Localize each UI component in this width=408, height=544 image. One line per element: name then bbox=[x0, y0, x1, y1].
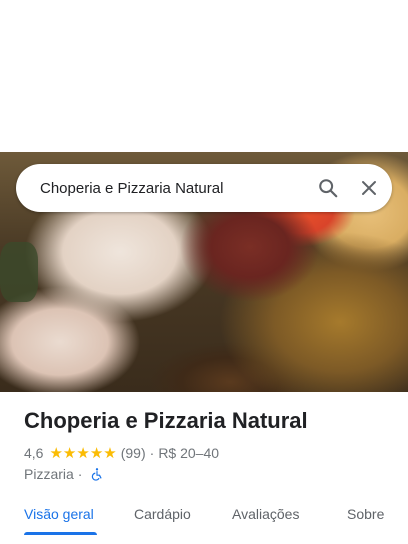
clear-button[interactable] bbox=[345, 164, 393, 212]
place-title: Choperia e Pizzaria Natural bbox=[24, 408, 308, 433]
tab-overview[interactable]: Visão geral bbox=[24, 506, 94, 522]
separator: · bbox=[149, 445, 155, 461]
place-tabs: Visão geral Cardápio Avaliações Sobre bbox=[0, 500, 408, 544]
active-tab-indicator bbox=[24, 532, 97, 535]
close-icon bbox=[362, 181, 376, 195]
tab-reviews[interactable]: Avaliações bbox=[232, 506, 299, 522]
price-range: R$ 20–40 bbox=[158, 445, 220, 461]
separator: · bbox=[77, 466, 83, 482]
search-input[interactable]: Choperia e Pizzaria Natural bbox=[40, 180, 223, 197]
place-category[interactable]: Pizzaria bbox=[24, 466, 74, 482]
rating-value: 4,6 bbox=[24, 445, 44, 461]
star-rating: ★ ★ ★ ★ ★ bbox=[49, 446, 116, 461]
photo-garnish bbox=[0, 242, 38, 302]
category-row: Pizzaria · bbox=[24, 465, 104, 483]
tab-menu[interactable]: Cardápio bbox=[134, 506, 191, 522]
search-bar[interactable]: Choperia e Pizzaria Natural bbox=[16, 164, 392, 212]
star-icon: ★ bbox=[76, 444, 90, 462]
star-icon: ★ bbox=[49, 444, 63, 462]
search-icon bbox=[319, 179, 338, 198]
star-icon: ★ bbox=[62, 444, 77, 462]
wheelchair-icon bbox=[90, 467, 104, 481]
review-count[interactable]: (99) bbox=[121, 445, 146, 461]
star-half-icon: ★ bbox=[103, 444, 117, 462]
tab-about[interactable]: Sobre bbox=[347, 506, 384, 522]
star-icon: ★ bbox=[89, 444, 104, 462]
rating-row: 4,6 ★ ★ ★ ★ ★ (99) · R$ 20–40 bbox=[24, 444, 219, 462]
